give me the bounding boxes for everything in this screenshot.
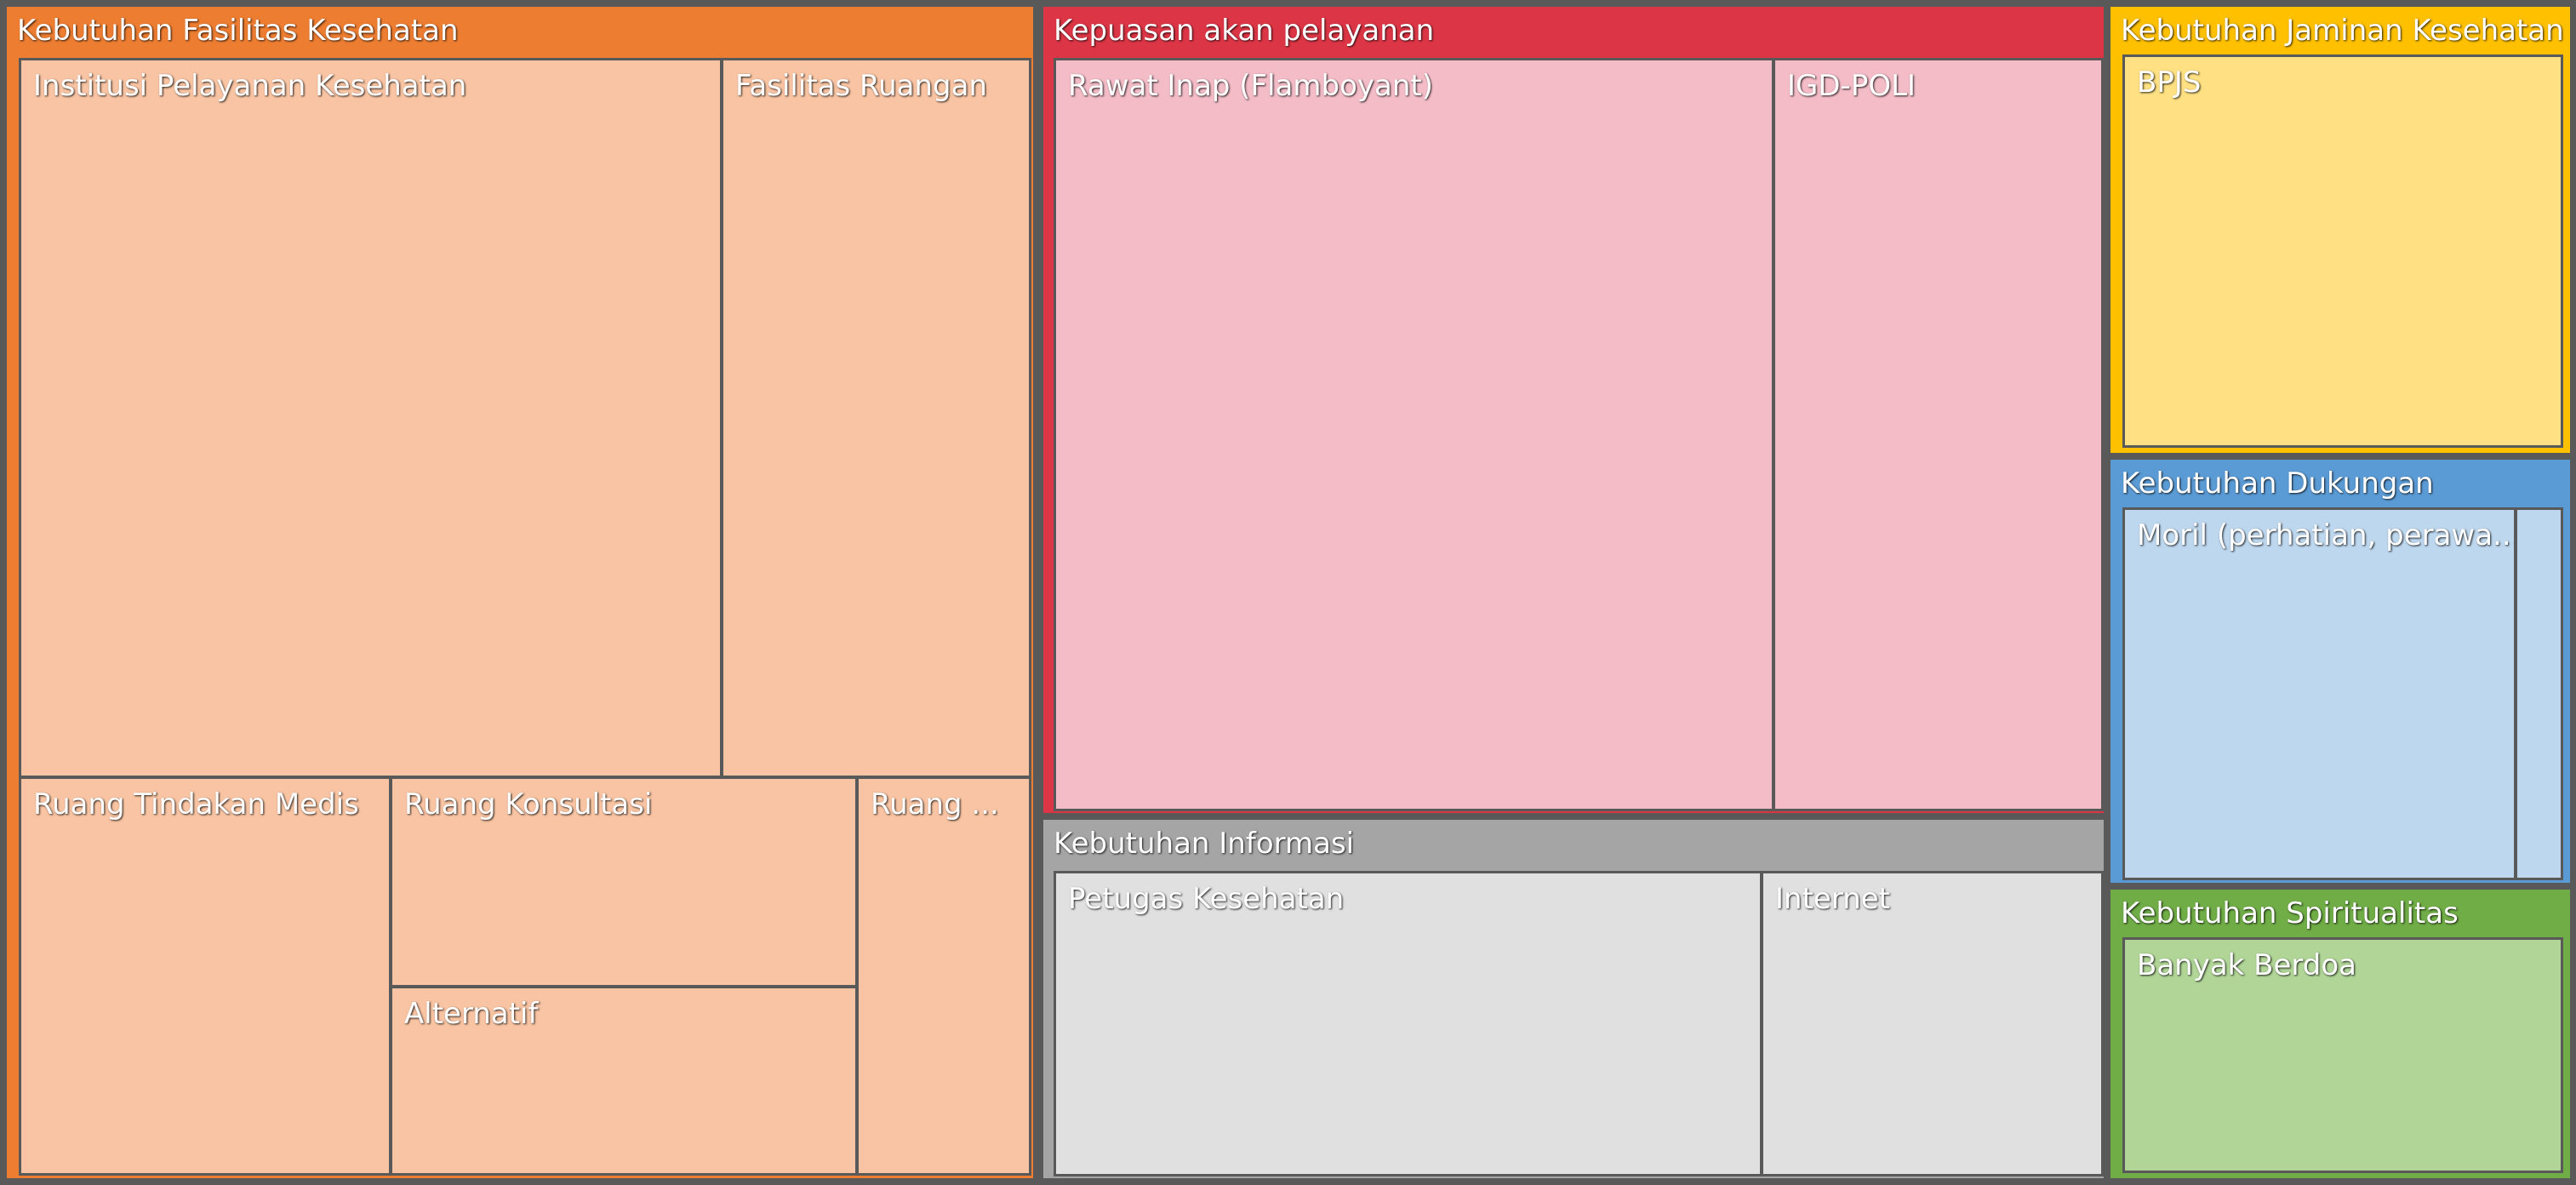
treemap-leaf: Ruang Konsultasi <box>390 776 858 988</box>
treemap-group-title: Kebutuhan Spiritualitas <box>2121 896 2459 930</box>
treemap-group: Kebutuhan Fasilitas Kesehatan Institusi P… <box>3 3 1037 1182</box>
treemap-leaf-label: Internet <box>1775 882 1891 916</box>
treemap-group: Kebutuhan Informasi Petugas Kesehatan Inte… <box>1040 816 2107 1182</box>
treemap-leaf-label: Petugas Kesehatan <box>1068 882 1345 916</box>
treemap-leaf-label: Ruang Tindakan Medis <box>33 787 359 821</box>
treemap-leaf-label: Alternatif <box>404 997 539 1031</box>
treemap-group: Kebutuhan Spiritualitas Banyak Berdoa <box>2107 886 2573 1182</box>
treemap-leaf-label: Rawat Inap (Flamboyant) <box>1068 69 1434 103</box>
treemap-leaf: Internet <box>1761 871 2104 1176</box>
treemap-leaf-label: IGD-POLI <box>1787 69 1916 103</box>
treemap-group-title: Kebutuhan Dukungan <box>2121 467 2434 501</box>
treemap-leaf: Alternatif <box>390 986 858 1176</box>
treemap-leaf-label: Ruang Konsultasi <box>404 787 653 821</box>
treemap-leaf-label: Institusi Pelayanan Kesehatan <box>33 69 467 103</box>
treemap-group: Kebutuhan Jaminan Kesehatan BPJS <box>2107 3 2573 456</box>
treemap-group-title: Kepuasan akan pelayanan <box>1054 14 1435 48</box>
treemap-leaf: Ruang ... <box>856 776 1031 1176</box>
treemap-leaf-label: Moril (perhatian, perawa... <box>2137 518 2516 552</box>
treemap-leaf: Fasilitas Ruangan <box>721 58 1031 778</box>
treemap-leaf: Petugas Kesehatan <box>1054 871 1762 1176</box>
treemap-leaf: Moril (perhatian, perawa... <box>2122 507 2516 880</box>
treemap-group-title: Kebutuhan Informasi <box>1054 827 1355 861</box>
treemap-group: Kebutuhan Dukungan Moril (perhatian, pera… <box>2107 456 2573 886</box>
treemap-group-title: Kebutuhan Fasilitas Kesehatan <box>17 14 459 48</box>
treemap-leaf: Rawat Inap (Flamboyant) <box>1054 58 1774 811</box>
treemap-leaf-label: BPJS <box>2137 66 2202 100</box>
treemap-chart: Kebutuhan Fasilitas Kesehatan Institusi P… <box>0 0 2576 1185</box>
treemap-leaf: Institusi Pelayanan Kesehatan <box>19 58 723 778</box>
treemap-leaf: BPJS <box>2122 54 2563 448</box>
treemap-leaf <box>2515 507 2563 880</box>
treemap-leaf: Ruang Tindakan Medis <box>19 776 391 1176</box>
treemap-leaf-label: Banyak Berdoa <box>2137 948 2357 982</box>
treemap-leaf-label: Ruang ... <box>871 787 999 821</box>
treemap-group: Kepuasan akan pelayanan Rawat Inap (Flamb… <box>1040 3 2107 816</box>
treemap-leaf-label: Fasilitas Ruangan <box>735 69 988 103</box>
treemap-leaf: IGD-POLI <box>1773 58 2104 811</box>
treemap-group-title: Kebutuhan Jaminan Kesehatan <box>2121 14 2564 48</box>
treemap-leaf: Banyak Berdoa <box>2122 937 2563 1173</box>
